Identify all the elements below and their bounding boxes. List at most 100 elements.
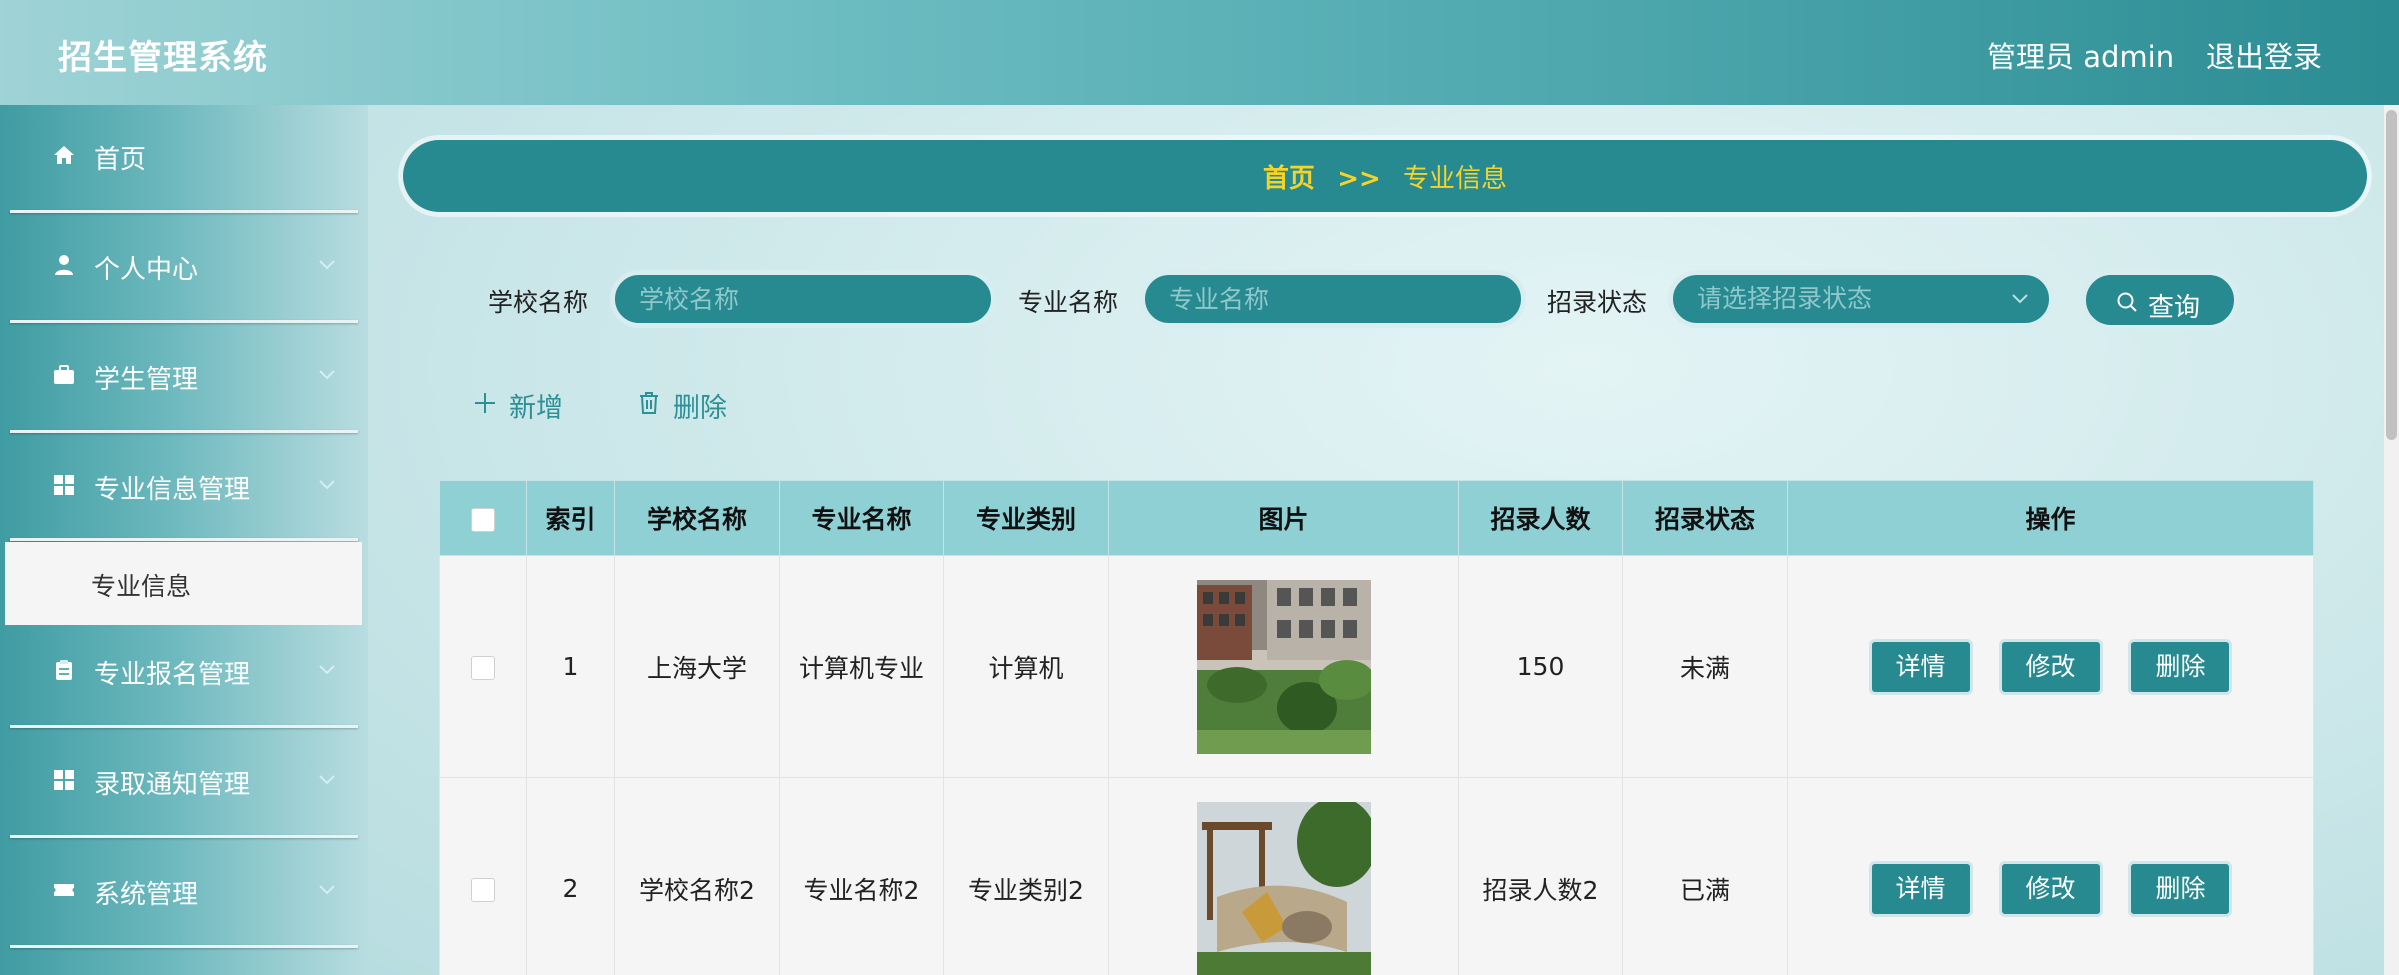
detail-button[interactable]: 详情 [1868,860,1973,917]
status-select-placeholder: 请选择招录状态 [1697,284,1873,313]
sidebar-item-label: 专业信息管理 [94,475,251,505]
sidebar-subitem-label: 专业信息 [91,572,192,601]
cell-category: 专业类别2 [943,777,1109,975]
trash-icon [640,392,658,414]
sidebar-item-students[interactable]: 学生管理 [0,325,368,433]
breadcrumb-current: 专业信息 [1403,164,1508,194]
grid-icon [54,770,74,790]
school-name-input[interactable] [610,270,996,328]
top-header: 招生管理系统 管理员 admin 退出登录 [0,0,2399,105]
ticket-icon [54,884,74,896]
cell-major: 计算机专业 [779,555,944,778]
cell-image [1108,777,1459,975]
select-all-cell [439,480,527,556]
major-name-input[interactable] [1140,270,1526,328]
chevron-down-icon [319,370,335,380]
row-checkbox[interactable] [471,878,495,902]
column-header: 专业类别 [943,480,1109,556]
sidebar-item-major-info[interactable]: 专业信息管理 [0,435,368,543]
sidebar-divider [10,945,358,948]
search-icon [2117,292,2137,312]
major-filter-label: 专业名称 [1018,288,1119,317]
chevron-down-icon [319,480,335,490]
cell-status: 未满 [1622,555,1788,778]
sidebar-subitem-major-info[interactable]: 专业信息 [5,542,362,625]
page-scrollbar-thumb[interactable] [2386,110,2397,440]
edit-button[interactable]: 修改 [1998,860,2103,917]
breadcrumb-bar: 首页 >> 专业信息 [403,140,2367,212]
breadcrumb-separator: >> [1337,164,1381,194]
sidebar-item-admission-notice[interactable]: 录取通知管理 [0,730,368,838]
cell-actions: 详情 修改 删除 [1787,777,2314,975]
logout-link[interactable]: 退出登录 [2206,34,2322,76]
sculpture-garden-image [1196,801,1371,975]
query-button[interactable]: 查询 [2081,270,2239,330]
status-select[interactable]: 请选择招录状态 [1668,270,2054,328]
cell-count: 招录人数2 [1458,777,1623,975]
column-header: 招录人数 [1458,480,1623,556]
sidebar-item-home[interactable]: 首页 [0,105,368,213]
sidebar-item-enrollment[interactable]: 专业报名管理 [0,620,368,728]
query-button-label: 查询 [2148,293,2201,323]
sidebar-item-label: 系统管理 [94,880,199,910]
cell-count: 150 [1458,555,1623,778]
table-row: 2 学校名称2 专业名称2 专业类别2 招录人数2 已满 详情 修改 删除 [439,777,2314,975]
sidebar-divider [10,538,358,541]
cell-category: 计算机 [943,555,1109,778]
chevron-down-icon [2012,294,2028,304]
cell-major: 专业名称2 [779,777,944,975]
sidebar-item-label: 录取通知管理 [94,770,251,800]
school-filter-label: 学校名称 [488,288,589,317]
sidebar-item-label: 个人中心 [94,255,199,285]
grid-icon [54,475,74,495]
table-row: 1 上海大学 计算机专业 计算机 150 未满 详情 修改 删除 [439,555,2314,778]
admin-user-label: 管理员 admin [1987,40,2175,74]
column-header: 索引 [526,480,615,556]
briefcase-icon [54,365,74,384]
column-header: 学校名称 [614,480,780,556]
add-button-label: 新增 [509,393,563,424]
column-header: 专业名称 [779,480,944,556]
delete-button[interactable]: 删除 [2128,638,2233,695]
row-checkbox[interactable] [471,656,495,680]
cell-image [1108,555,1459,778]
chevron-down-icon [319,260,335,270]
cell-index: 1 [526,555,615,778]
chevron-down-icon [319,775,335,785]
sidebar-divider [10,835,358,838]
row-select-cell [439,777,527,975]
cell-school: 学校名称2 [614,777,780,975]
cell-index: 2 [526,777,615,975]
table-header-row: 索引 学校名称 专业名称 专业类别 图片 招录人数 招录状态 操作 [439,480,2314,556]
user-icon [55,255,73,275]
sidebar-divider [10,320,358,323]
detail-button[interactable]: 详情 [1868,638,1973,695]
sidebar-divider [10,210,358,213]
select-all-checkbox[interactable] [471,507,495,532]
status-filter-label: 招录状态 [1547,288,1648,317]
main-content: 首页 >> 专业信息 学校名称 专业名称 招录状态 请选择招录状态 查询 新增 … [368,105,2399,975]
chevron-down-icon [319,885,335,895]
cell-school: 上海大学 [614,555,780,778]
column-header: 招录状态 [1622,480,1788,556]
home-icon [54,146,74,164]
sidebar: 首页 个人中心 学生管理 专业信息管理 专业信息 专业报名管理 录取通知管理 系… [0,105,368,975]
chevron-down-icon [319,665,335,675]
sidebar-item-label: 专业报名管理 [94,660,251,690]
app-title: 招生管理系统 [58,38,268,78]
plus-icon [475,393,495,413]
row-select-cell [439,555,527,778]
column-header: 图片 [1108,480,1459,556]
breadcrumb: 首页 >> 专业信息 [403,158,2367,195]
sidebar-item-system[interactable]: 系统管理 [0,840,368,948]
campus-building-image [1196,579,1371,754]
sidebar-item-label: 学生管理 [94,365,199,395]
clipboard-icon [56,660,72,680]
cell-actions: 详情 修改 删除 [1787,555,2314,778]
cell-status: 已满 [1622,777,1788,975]
edit-button[interactable]: 修改 [1998,638,2103,695]
sidebar-item-profile[interactable]: 个人中心 [0,215,368,323]
breadcrumb-home[interactable]: 首页 [1263,164,1315,194]
delete-button[interactable]: 删除 [2128,860,2233,917]
sidebar-item-label: 首页 [94,145,147,175]
